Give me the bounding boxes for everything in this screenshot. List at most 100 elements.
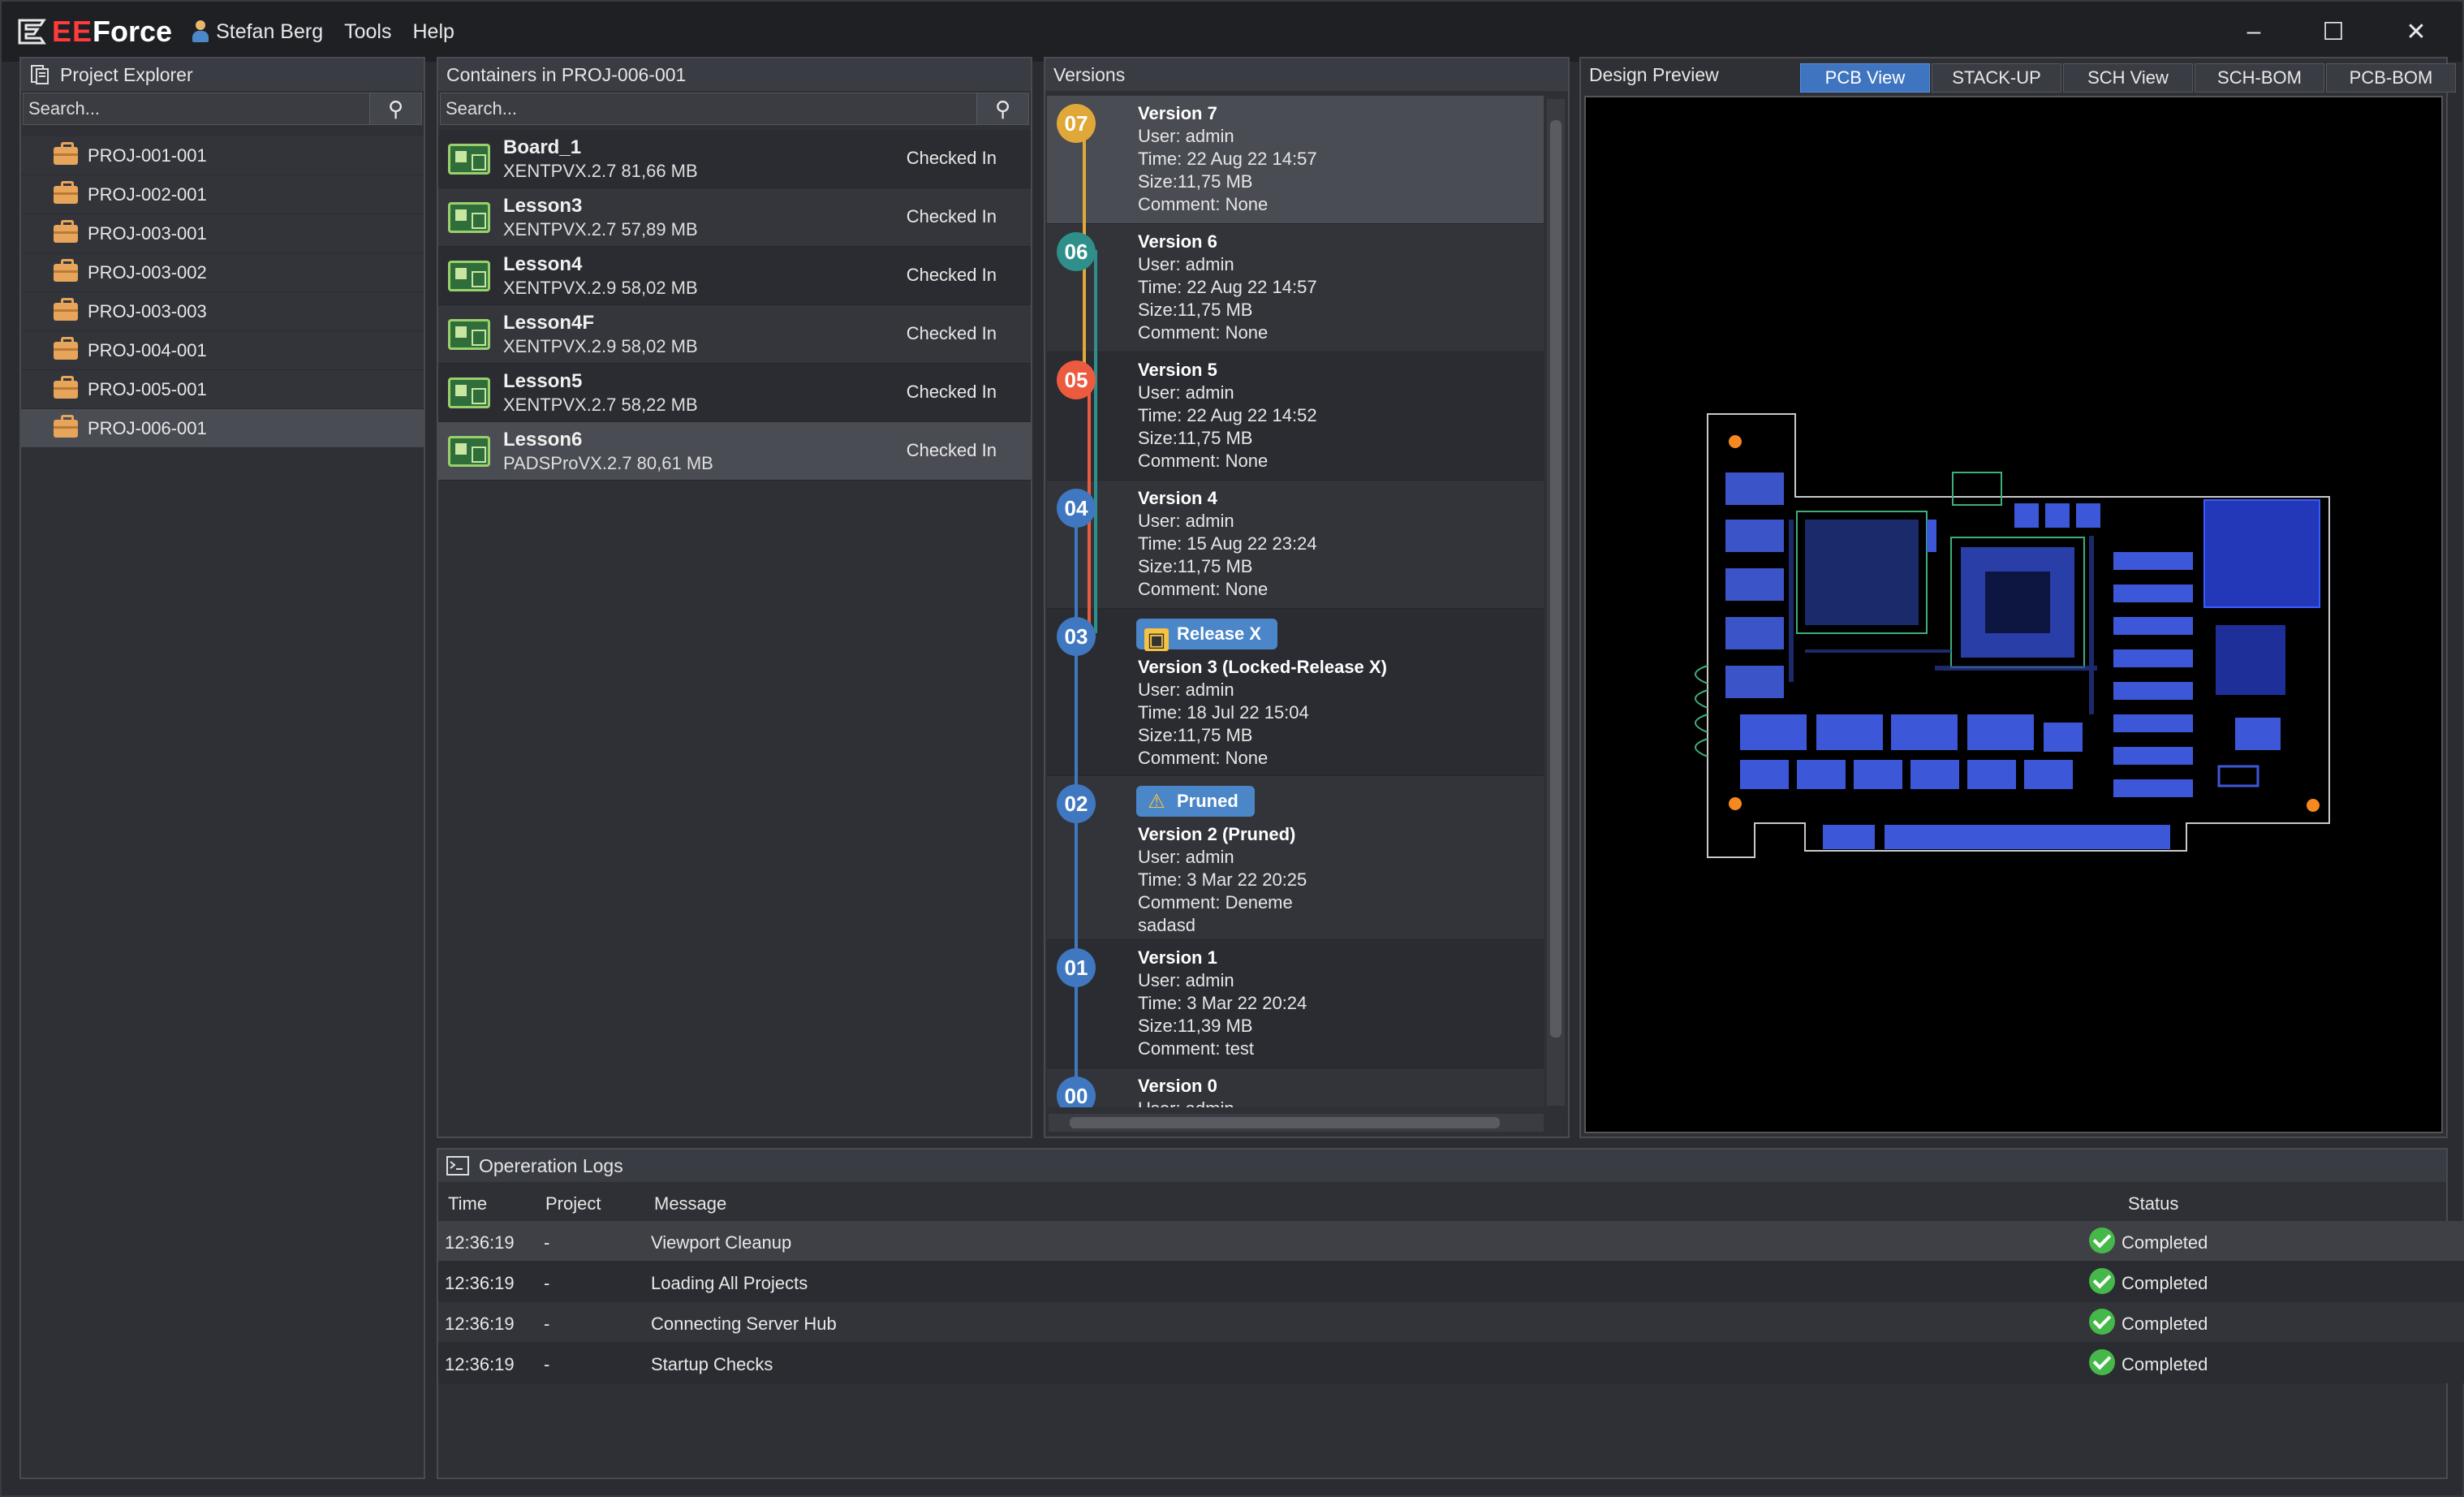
close-button[interactable]: ✕: [2388, 13, 2445, 50]
container-item[interactable]: Lesson4F XENTPVX.2.9 58,02 MB Checked In: [438, 305, 1031, 364]
container-name: Lesson4F: [503, 311, 595, 334]
container-item[interactable]: Lesson4 XENTPVX.2.9 58,02 MB Checked In: [438, 247, 1031, 305]
circuit-board-icon: [448, 318, 490, 350]
container-name: Lesson6: [503, 428, 583, 451]
container-info: XENTPVX.2.7 81,66 MB: [503, 160, 698, 181]
version-node[interactable]: 06: [1057, 232, 1096, 271]
log-row[interactable]: 12:36:19 - Connecting Server Hub Completed: [438, 1302, 2464, 1343]
container-search[interactable]: Search... ⚲: [440, 93, 1029, 125]
log-row[interactable]: 12:36:19 - Viewport Cleanup Completed: [438, 1221, 2464, 1262]
version-node[interactable]: 03: [1057, 617, 1096, 656]
briefcase-icon: [54, 336, 78, 360]
container-name: Lesson3: [503, 194, 583, 217]
container-info: XENTPVX.2.9 58,02 MB: [503, 335, 698, 356]
tab-pcb-view[interactable]: PCB View: [1800, 63, 1930, 93]
pcb-view-canvas[interactable]: [1584, 96, 2443, 1133]
container-item[interactable]: Lesson5 XENTPVX.2.7 58,22 MB Checked In: [438, 364, 1031, 422]
version-node[interactable]: 02: [1057, 784, 1096, 823]
versions-hscroll-thumb[interactable]: [1070, 1117, 1500, 1128]
container-item-text: Lesson6 PADSProVX.2.7 80,61 MB: [503, 429, 713, 474]
project-item[interactable]: PROJ-003-003: [21, 292, 424, 331]
version-node[interactable]: 07: [1057, 104, 1096, 143]
version-node[interactable]: 05: [1057, 360, 1096, 399]
check-icon: [2089, 1309, 2115, 1335]
user-menu[interactable]: Stefan Berg: [192, 20, 323, 44]
pcb-board-drawing: [1695, 413, 2330, 858]
project-explorer-title: Project Explorer: [60, 63, 193, 85]
log-project: -: [544, 1354, 550, 1374]
logs-title: Opereration Logs: [479, 1154, 623, 1176]
project-item[interactable]: PROJ-005-001: [21, 370, 424, 409]
container-status: Checked In: [906, 323, 997, 343]
containers-panel: Containers in PROJ-006-001 Search... ⚲ B…: [437, 57, 1032, 1138]
container-name: Lesson5: [503, 369, 583, 392]
containers-header: Containers in PROJ-006-001: [438, 58, 1031, 91]
container-status: Checked In: [906, 440, 997, 460]
check-icon: [2089, 1227, 2115, 1253]
briefcase-icon: [54, 258, 78, 282]
versions-vertical-scrollbar[interactable]: [1547, 99, 1565, 1106]
app-window: EE Force Stefan Berg Tools Help – ☐ ✕ Pr…: [0, 0, 2464, 1497]
version-node[interactable]: 01: [1057, 948, 1096, 987]
versions-scroll-thumb[interactable]: [1550, 120, 1562, 1038]
project-item-label: PROJ-003-002: [88, 261, 207, 283]
menu-help[interactable]: Help: [412, 20, 454, 44]
container-item[interactable]: Lesson6 PADSProVX.2.7 80,61 MB Checked In: [438, 422, 1031, 481]
container-item[interactable]: Board_1 XENTPVX.2.7 81,66 MB Checked In: [438, 130, 1031, 188]
tab-pcb-bom[interactable]: PCB-BOM: [2326, 63, 2456, 93]
minimize-button[interactable]: –: [2225, 13, 2282, 50]
log-status: Completed: [2122, 1232, 2208, 1253]
project-item[interactable]: PROJ-006-001: [21, 409, 424, 448]
log-time: 12:36:19: [445, 1354, 515, 1374]
maximize-button[interactable]: ☐: [2305, 13, 2362, 50]
versions-title: Versions: [1053, 63, 1126, 85]
project-list: PROJ-001-001 PROJ-002-001 PROJ-003-001 PROJ…: [21, 136, 424, 448]
user-name: Stefan Berg: [216, 19, 324, 43]
project-item[interactable]: PROJ-003-002: [21, 253, 424, 292]
log-row[interactable]: 12:36:19 - Loading All Projects Completed: [438, 1262, 2464, 1302]
log-col-status[interactable]: Status: [2128, 1187, 2178, 1221]
log-col-message[interactable]: Message: [654, 1187, 726, 1221]
project-search[interactable]: Search... ⚲: [23, 93, 422, 125]
search-icon: ⚲: [994, 96, 1011, 121]
project-search-input[interactable]: Search...: [28, 98, 100, 119]
container-info: PADSProVX.2.7 80,61 MB: [503, 452, 713, 473]
operation-logs-panel: Opereration Logs Time Project Message St…: [437, 1148, 2464, 1479]
menu-tools[interactable]: Tools: [344, 20, 391, 44]
log-status: Completed: [2122, 1273, 2208, 1293]
project-explorer-panel: Project Explorer Search... ⚲ PROJ-001-00…: [19, 57, 425, 1479]
project-item[interactable]: PROJ-001-001: [21, 136, 424, 175]
project-search-button[interactable]: ⚲: [369, 93, 421, 124]
briefcase-icon: [54, 297, 78, 321]
container-item-text: Lesson3 XENTPVX.2.7 57,89 MB: [503, 195, 698, 240]
container-search-input[interactable]: Search...: [446, 98, 517, 119]
version-node[interactable]: 04: [1057, 489, 1096, 528]
app-logo: EE Force: [16, 2, 192, 62]
container-item[interactable]: Lesson3 XENTPVX.2.7 57,89 MB Checked In: [438, 188, 1031, 247]
project-item-label: PROJ-003-003: [88, 300, 207, 321]
log-col-time[interactable]: Time: [448, 1187, 487, 1221]
design-preview-panel: Design Preview PCB View STACK-UP SCH View S…: [1579, 57, 2456, 1138]
log-col-project[interactable]: Project: [545, 1187, 601, 1221]
check-icon: [2089, 1349, 2115, 1375]
container-status: Checked In: [906, 265, 997, 285]
container-search-button[interactable]: ⚲: [976, 93, 1028, 124]
container-name: Board_1: [503, 136, 582, 158]
briefcase-icon: [54, 414, 78, 438]
container-info: XENTPVX.2.7 58,22 MB: [503, 394, 698, 415]
versions-panel: Versions Version 7 User: admin Time: 22 Au…: [1044, 57, 1570, 1138]
project-item-label: PROJ-006-001: [88, 417, 207, 438]
terminal-icon: [446, 1156, 469, 1176]
project-item[interactable]: PROJ-004-001: [21, 331, 424, 370]
container-name: Lesson4: [503, 252, 583, 275]
project-item[interactable]: PROJ-003-001: [21, 214, 424, 253]
log-row[interactable]: 12:36:19 - Startup Checks Completed: [438, 1343, 2464, 1383]
briefcase-icon: [54, 219, 78, 243]
project-item[interactable]: PROJ-002-001: [21, 175, 424, 214]
tab-sch-view[interactable]: SCH View: [2063, 63, 2193, 93]
tab-sch-bom[interactable]: SCH-BOM: [2195, 63, 2324, 93]
project-item-label: PROJ-005-001: [88, 378, 207, 399]
tab-stack-up[interactable]: STACK-UP: [1932, 63, 2061, 93]
project-item-label: PROJ-001-001: [88, 145, 207, 166]
versions-horizontal-scrollbar[interactable]: [1049, 1114, 1544, 1132]
